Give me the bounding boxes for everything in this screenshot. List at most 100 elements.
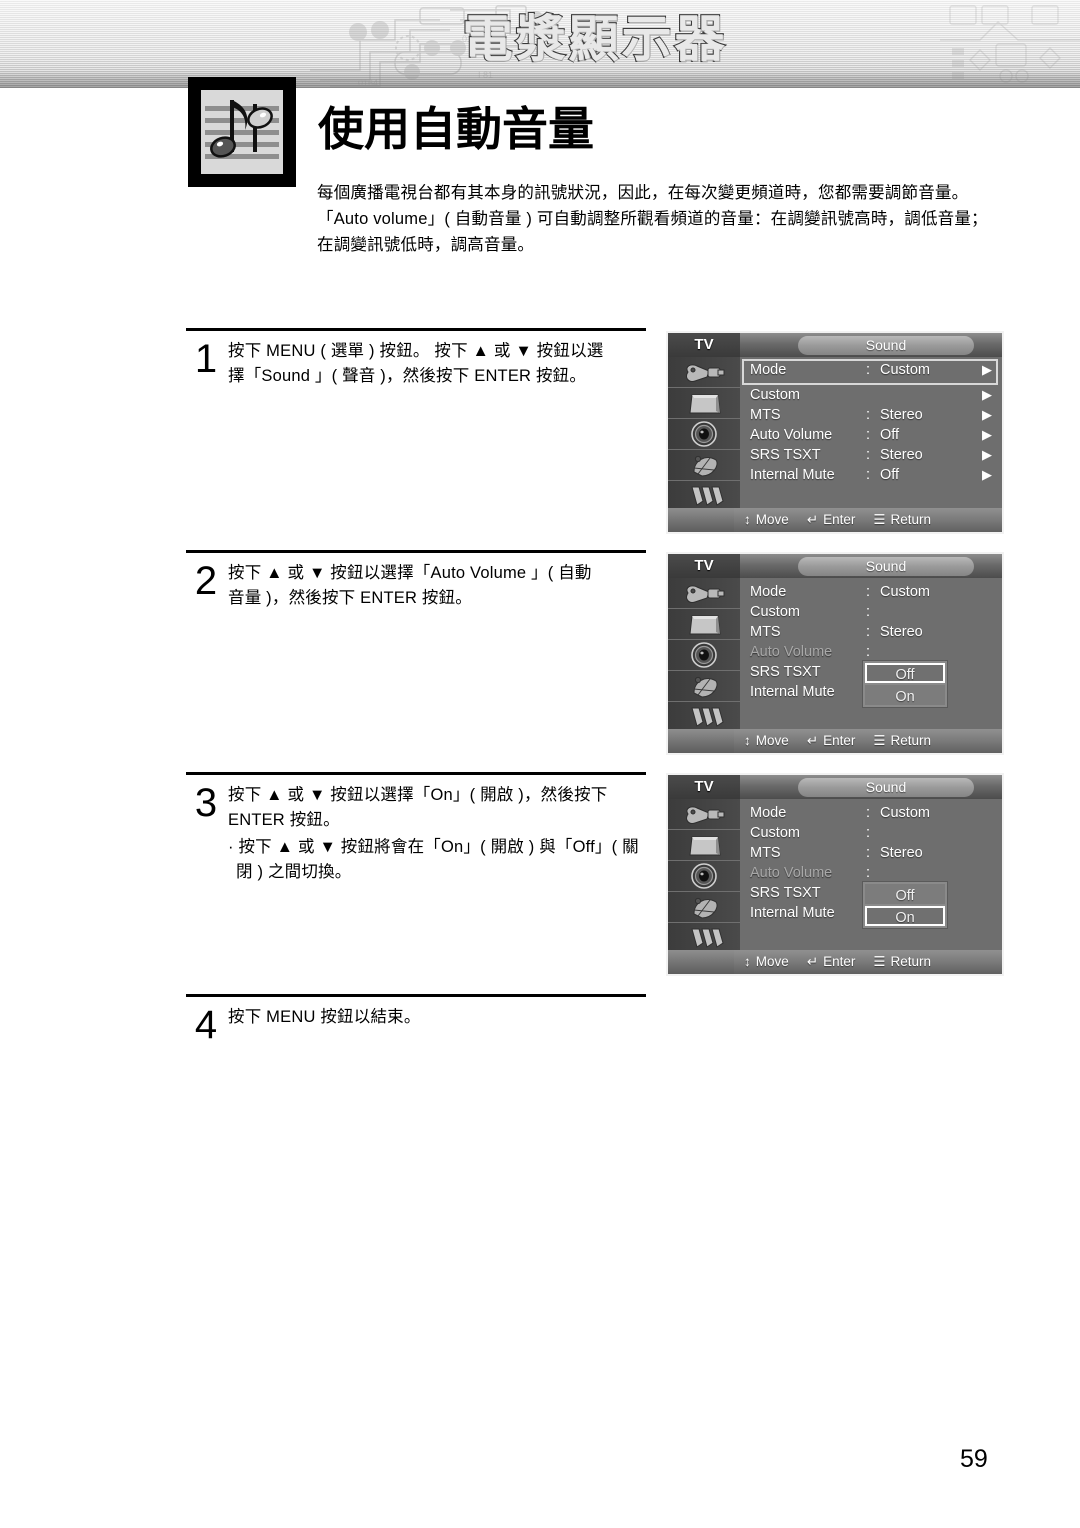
chevron-right-icon[interactable]: ▶: [982, 445, 992, 465]
osd-option-list: Mode: Custom ▶ Custom ▶ MTS: Stereo ▶ Auto Volum…: [742, 359, 998, 485]
osd-source-label-tv: TV: [668, 775, 740, 799]
osd-value-dropdown[interactable]: Off On: [862, 660, 948, 708]
osd-rail-item[interactable]: [668, 799, 740, 830]
osd-option-label: Custom: [750, 387, 800, 403]
step-4-number: 4: [194, 1003, 218, 1047]
osd-rail-item[interactable]: [668, 671, 740, 702]
osd-value-dropdown[interactable]: Off On: [862, 881, 948, 929]
satellite-dish-icon: [668, 676, 740, 701]
osd-option-row[interactable]: MTS: Stereo: [744, 622, 996, 642]
osd-option-label: Auto Volume: [750, 644, 833, 660]
osd-hint: ☰ Return: [873, 729, 931, 753]
osd-option-colon: :: [866, 644, 871, 660]
osd-hint-label: Move: [755, 733, 789, 748]
osd-help-hints: ↕ Move ↵ Enter ☰ Return: [744, 508, 998, 532]
osd-option-row[interactable]: Mode: Custom: [744, 582, 996, 602]
osd-option-colon: :: [866, 362, 871, 378]
osd-option-colon: :: [866, 865, 871, 881]
osd-tab-sound[interactable]: Sound: [798, 557, 974, 576]
osd-option-row[interactable]: MTS: Stereo ▶: [744, 405, 996, 425]
osd-hint-label: Return: [890, 954, 931, 969]
osd-rail-item[interactable]: [668, 861, 740, 892]
osd-option-label: SRS TSXT: [750, 885, 821, 901]
chevron-right-icon[interactable]: ▶: [982, 425, 992, 445]
osd-option-label: Internal Mute: [750, 467, 835, 483]
osd-option-row[interactable]: Internal Mute: Off ▶: [744, 465, 996, 485]
osd-option-colon: :: [866, 427, 871, 443]
osd-dropdown-option[interactable]: Off: [865, 884, 945, 904]
osd-hint-label: Return: [890, 733, 931, 748]
osd-dropdown-option[interactable]: On: [865, 685, 945, 705]
osd-option-value: Stereo: [880, 845, 923, 861]
step-3-number: 3: [194, 781, 218, 825]
chevron-right-icon[interactable]: ▶: [982, 465, 992, 485]
osd-hint: ↵ Enter: [807, 950, 856, 974]
osd-option-row[interactable]: Mode: Custom ▶: [742, 359, 998, 385]
osd-option-row[interactable]: Mode: Custom: [744, 803, 996, 823]
osd-help-bar-corner: [668, 508, 734, 532]
osd-source-label-tv: TV: [668, 554, 740, 578]
osd-tab-sound[interactable]: Sound: [798, 778, 974, 797]
osd-option-colon: :: [866, 604, 871, 620]
step-2-line-1: 按下 ▲ 或 ▼ 按鈕以選擇「Auto Volume 」( 自動: [228, 564, 592, 582]
picture-tv-icon: [668, 394, 740, 418]
picture-tv-icon: [668, 615, 740, 639]
osd-option-label: MTS: [750, 845, 781, 861]
osd-help-hints: ↕ Move ↵ Enter ☰ Return: [744, 950, 998, 974]
osd-option-label: Internal Mute: [750, 905, 835, 921]
osd-rail-item[interactable]: [668, 357, 740, 388]
osd-rail-item[interactable]: [668, 892, 740, 923]
banner-title: 電漿顯示器: [461, 10, 728, 68]
osd-hint-label: Enter: [823, 733, 856, 748]
osd-option-label: Auto Volume: [750, 865, 833, 881]
speaker-icon: [668, 642, 740, 670]
step-2: 2 按下 ▲ 或 ▼ 按鈕以選擇「Auto Volume 」( 自動 音量 )，…: [186, 550, 646, 772]
osd-option-value: Off: [880, 427, 900, 443]
osd-rail-item[interactable]: [668, 578, 740, 609]
osd-option-row[interactable]: Auto Volume:: [744, 863, 996, 883]
osd-hint: ☰ Return: [873, 950, 931, 974]
osd-rail-item[interactable]: [668, 419, 740, 450]
enter-key-icon: ↵: [806, 512, 819, 528]
updown-arrows-icon: ↕: [744, 954, 751, 970]
osd-screenshot-step1: TV Sound Mode: Custom ▶ Custom ▶ MTS: Stereo ▶ Aut…: [666, 331, 1004, 534]
osd-option-row[interactable]: Custom:: [744, 823, 996, 843]
intro-paragraph: 每個廣播電視台都有其本身的訊號狀況，因此，在每次變更頻道時，您都需要調節音量。 …: [317, 180, 1077, 258]
osd-hint-label: Move: [755, 954, 789, 969]
osd-help-bar: ↕ Move ↵ Enter ☰ Return: [668, 508, 1002, 532]
osd-rail-item[interactable]: [668, 640, 740, 671]
intro-line-3: 在調變訊號低時，調高音量。: [317, 236, 535, 254]
input-jack-icon: [668, 585, 740, 608]
step-3-body: 按下 ▲ 或 ▼ 按鈕以選擇「On」( 開啟 )，然後按下 ENTER 按鈕。 …: [228, 783, 640, 885]
osd-rail-item[interactable]: [668, 450, 740, 481]
osd-option-row[interactable]: SRS TSXT: Stereo ▶: [744, 445, 996, 465]
osd-dropdown-option[interactable]: On: [865, 906, 945, 926]
chevron-right-icon[interactable]: ▶: [982, 385, 992, 405]
osd-option-row[interactable]: Custom ▶: [744, 385, 996, 405]
menu-key-icon: ☰: [873, 512, 886, 528]
osd-rail-item[interactable]: [668, 830, 740, 861]
osd-option-row[interactable]: Custom:: [744, 602, 996, 622]
osd-screenshot-step3: TV Sound Mode: Custom Custom: MTS: Stereo Auto …: [666, 773, 1004, 976]
chevron-right-icon[interactable]: ▶: [982, 361, 992, 379]
osd-option-label: SRS TSXT: [750, 664, 821, 680]
step-1-body: 按下 MENU ( 選單 ) 按鈕。 按下 ▲ 或 ▼ 按鈕以選 擇「Sound…: [228, 339, 640, 389]
osd-rail-item[interactable]: [668, 609, 740, 640]
osd-category-rail: [668, 578, 740, 753]
osd-option-value: Off: [880, 467, 900, 483]
osd-hint-label: Return: [890, 512, 931, 527]
osd-option-label: MTS: [750, 407, 781, 423]
step-1-line-2: 擇「Sound 」( 聲音 )，然後按下 ENTER 按鈕。: [228, 367, 587, 385]
speaker-icon: [668, 863, 740, 891]
osd-tab-sound[interactable]: Sound: [798, 336, 974, 355]
osd-option-value: Stereo: [880, 447, 923, 463]
step-1: 1 按下 MENU ( 選單 ) 按鈕。 按下 ▲ 或 ▼ 按鈕以選 擇「Sou…: [186, 328, 646, 550]
osd-option-row[interactable]: MTS: Stereo: [744, 843, 996, 863]
osd-option-row[interactable]: Auto Volume: Off ▶: [744, 425, 996, 445]
osd-option-row[interactable]: Auto Volume:: [744, 642, 996, 662]
step-4-line-1: 按下 MENU 按鈕以結束。: [228, 1008, 421, 1026]
osd-rail-item[interactable]: [668, 388, 740, 419]
osd-title-bar: TV Sound: [668, 333, 1002, 357]
osd-dropdown-option[interactable]: Off: [865, 663, 945, 683]
chevron-right-icon[interactable]: ▶: [982, 405, 992, 425]
